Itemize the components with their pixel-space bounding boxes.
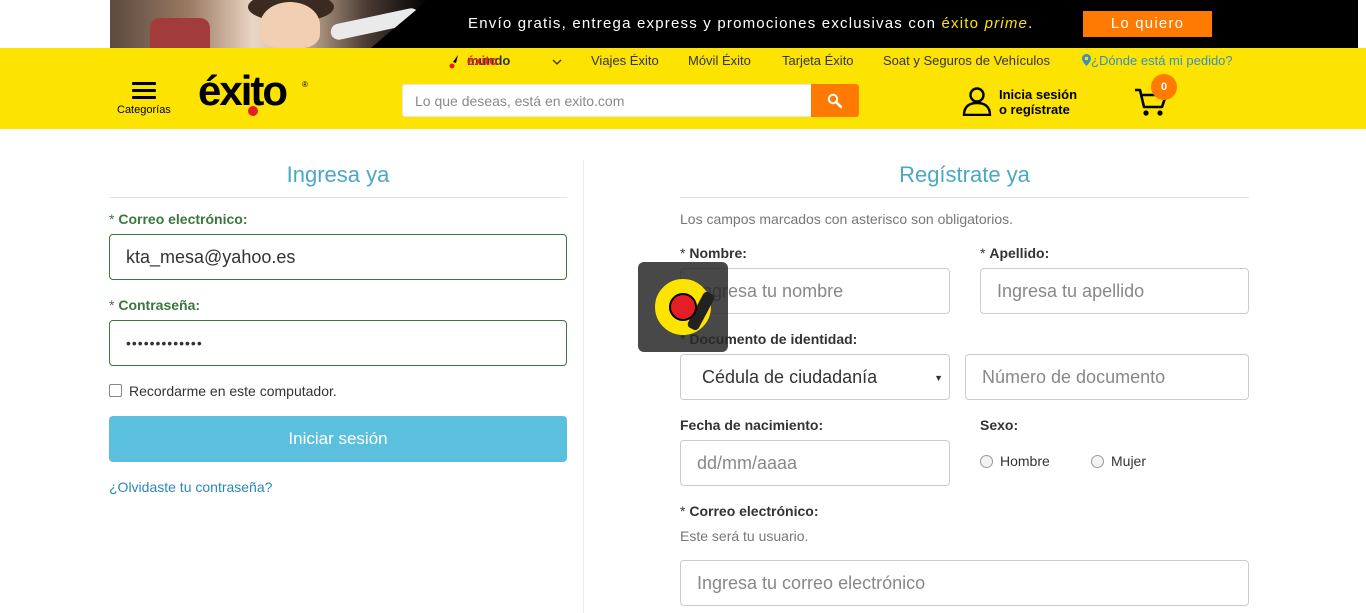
lastname-input[interactable] (980, 268, 1249, 314)
remember-me-checkbox[interactable] (109, 384, 122, 397)
register-email-help: Este será tu usuario. (680, 528, 809, 544)
site-header: mundo éxito Viajes Éxito Móvil Éxito Tar… (0, 48, 1366, 129)
register-title: Regístrate ya (899, 162, 1030, 187)
nav-soat[interactable]: Soat y Seguros de Vehículos (883, 53, 1050, 68)
caret-down-icon: ▼ (934, 373, 943, 383)
login-password-label: * Contraseña: (109, 297, 201, 313)
login-email-input[interactable] (109, 234, 567, 280)
search-icon (827, 93, 843, 109)
nav-viajes[interactable]: Viajes Éxito (591, 53, 659, 68)
login-line-1: Inicia sesión (999, 87, 1078, 102)
document-type-value: Cédula de ciudadanía (702, 367, 878, 387)
promo-bar: Envío gratis, entrega express y promocio… (0, 0, 1366, 48)
categories-menu-button[interactable]: Categorías (117, 82, 173, 118)
search-button[interactable] (811, 84, 859, 117)
login-line-2: o regístrate (999, 102, 1070, 117)
order-tracking-link[interactable]: ¿Dónde está mi pedido? (1082, 53, 1233, 68)
cart-count-badge: 0 (1151, 74, 1177, 100)
sex-female-radio[interactable] (1091, 455, 1104, 468)
birthdate-input[interactable] (680, 440, 950, 486)
register-email-label: * Correo electrónico: (680, 503, 819, 519)
exito-logo[interactable]: éxito (198, 70, 288, 112)
login-email-label: * Correo electrónico: (109, 211, 248, 227)
login-title: Ingresa ya (286, 162, 390, 187)
birthdate-label: Fecha de nacimiento: (680, 417, 824, 433)
remember-me-label: Recordarme en este computador. (129, 383, 337, 399)
logo-dot (248, 106, 258, 116)
register-divider (680, 197, 1249, 198)
hamburger-icon (132, 82, 156, 100)
sex-male-radio[interactable] (980, 455, 993, 468)
sex-female-label: Mujer (1111, 453, 1147, 469)
mundo-exito-icon (449, 55, 458, 69)
categories-label: Categorías (117, 104, 171, 116)
login-submit-button[interactable]: Iniciar sesión (109, 416, 567, 462)
user-icon[interactable] (962, 86, 992, 116)
register-email-input[interactable] (680, 560, 1249, 606)
document-number-input[interactable] (965, 354, 1249, 400)
sex-label: Sexo: (980, 417, 1019, 433)
login-register-link[interactable]: Inicia sesión o regístrate (999, 87, 1077, 117)
document-type-select[interactable]: Cédula de ciudadanía ▼ (680, 354, 950, 400)
location-pin-icon (1082, 54, 1091, 66)
forgot-password-link[interactable]: ¿Olvidaste tu contraseña? (109, 479, 272, 495)
login-divider (109, 197, 567, 198)
nav-movil[interactable]: Móvil Éxito (688, 53, 751, 68)
lastname-label: * Apellido: (980, 245, 1050, 261)
promo-cta-button[interactable]: Lo quiero (1083, 11, 1212, 37)
column-divider (583, 160, 584, 613)
loader-dot (669, 293, 697, 321)
sex-male-label: Hombre (1000, 453, 1050, 469)
search-input[interactable] (402, 84, 812, 117)
loading-spinner (638, 262, 728, 352)
chevron-down-icon[interactable] (552, 57, 562, 67)
required-fields-note: Los campos marcados con asterisco son ob… (680, 211, 1014, 227)
name-label: * Nombre: (680, 245, 747, 261)
logo-registered-mark: ® (302, 80, 308, 89)
nav-tarjeta[interactable]: Tarjeta Éxito (782, 53, 854, 68)
login-password-input[interactable] (109, 320, 567, 366)
promo-text: Envío gratis, entrega express y promocio… (468, 15, 1034, 32)
